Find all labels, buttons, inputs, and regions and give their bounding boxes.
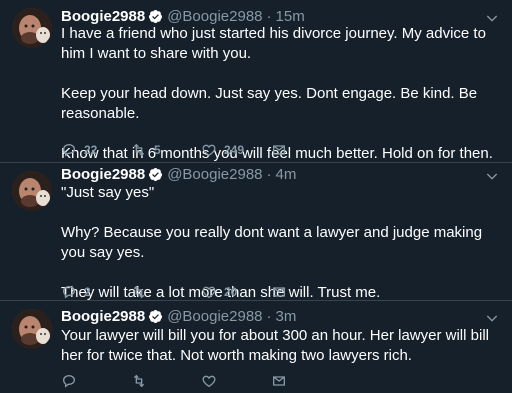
retweet-button[interactable] [131,284,201,300]
share-button[interactable] [271,142,301,158]
retweet-count: 5 [154,143,161,157]
separator: · [266,7,272,25]
tweet[interactable]: Boogie2988 @Boogie2988 · 3m Your lawyer … [0,301,512,393]
retweet-button[interactable] [131,373,201,389]
display-name[interactable]: Boogie2988 [61,166,145,183]
heart-icon [202,144,216,157]
tweet-paragraph: Why? Because you really dont want a lawy… [61,224,483,261]
tweet[interactable]: Boogie2988 @Boogie2988 · 15m I have a fr… [0,0,512,163]
heart-icon [202,375,216,388]
share-icon [273,287,285,297]
timestamp[interactable]: 3m [276,308,297,325]
like-button[interactable]: 249 [201,142,271,158]
tweet-header: Boogie2988 @Boogie2988 · 4m [61,164,296,184]
like-button[interactable] [201,373,271,389]
avatar[interactable] [12,309,52,349]
user-handle[interactable]: @Boogie2988 [167,308,262,325]
tweet-paragraph: I have a friend who just started his div… [61,25,486,62]
verified-badge-icon [149,9,163,23]
reply-icon [62,143,76,157]
tweet-actions: 2 20 [61,283,301,301]
user-handle[interactable]: @Boogie2988 [167,8,262,25]
like-button[interactable]: 20 [201,284,271,300]
retweet-icon [133,374,145,388]
verified-badge-icon [149,167,163,181]
heart-icon [202,286,216,299]
avatar[interactable] [12,8,52,48]
share-icon [273,145,285,155]
display-name[interactable]: Boogie2988 [61,308,145,325]
tweet-header: Boogie2988 @Boogie2988 · 3m [61,306,296,326]
display-name[interactable]: Boogie2988 [61,8,145,25]
like-count: 249 [224,143,245,157]
tweet-paragraph: "Just say yes" [61,184,155,201]
reply-count: 2 [84,285,91,299]
separator: · [266,307,272,325]
tweet-text: Your lawyer will bill you for about 300 … [61,326,498,366]
tweet-actions: 22 5 249 [61,141,301,159]
reply-count: 22 [84,143,98,157]
avatar[interactable] [12,171,52,211]
reply-button[interactable] [61,373,131,389]
reply-button[interactable]: 2 [61,284,131,300]
verified-badge-icon [149,309,163,323]
reply-icon [62,374,76,388]
reply-button[interactable]: 22 [61,142,131,158]
retweet-icon [133,143,145,157]
retweet-button[interactable]: 5 [131,142,201,158]
user-handle[interactable]: @Boogie2988 [167,166,262,183]
tweet-header: Boogie2988 @Boogie2988 · 15m [61,6,305,26]
timestamp[interactable]: 4m [276,166,297,183]
timestamp[interactable]: 15m [276,8,305,25]
chevron-down-icon[interactable] [484,168,500,184]
tweet-paragraph: Keep your head down. Just say yes. Dont … [61,85,478,122]
tweet-actions [61,372,301,390]
tweet-paragraph: Your lawyer will bill you for about 300 … [61,327,489,364]
share-button[interactable] [271,284,301,300]
reply-icon [62,285,76,299]
like-count: 20 [224,285,238,299]
retweet-icon [133,285,145,299]
tweet[interactable]: Boogie2988 @Boogie2988 · 4m "Just say ye… [0,163,512,301]
chevron-down-icon[interactable] [484,310,500,326]
share-icon [273,376,285,386]
share-button[interactable] [271,373,301,389]
separator: · [266,165,272,183]
